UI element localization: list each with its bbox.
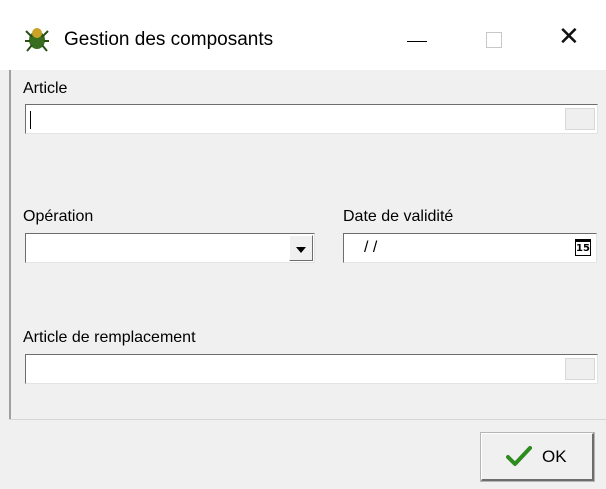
maximize-icon: [486, 32, 502, 48]
article-remplacement-lookup-button[interactable]: [565, 358, 595, 380]
date-validite-label: Date de validité: [343, 208, 454, 225]
operation-select[interactable]: [25, 233, 315, 263]
text-caret: [30, 111, 31, 129]
article-field[interactable]: [25, 104, 598, 134]
close-button[interactable]: ✕: [548, 20, 598, 60]
chevron-down-icon: [296, 247, 306, 253]
ok-button[interactable]: OK: [480, 432, 595, 482]
app-icon: [25, 28, 49, 52]
article-remplacement-label: Article de remplacement: [23, 329, 196, 346]
title-bar[interactable]: Gestion des composants ✕: [0, 0, 606, 70]
ok-label: OK: [542, 447, 567, 466]
operation-dropdown-button[interactable]: [289, 235, 313, 261]
checkmark-icon: [506, 446, 532, 466]
article-remplacement-field[interactable]: [25, 354, 598, 384]
date-validite-value: / /: [364, 239, 378, 256]
operation-label: Opération: [23, 208, 94, 225]
maximize-button[interactable]: [472, 20, 522, 60]
close-icon: ✕: [558, 22, 580, 52]
window-title: Gestion des composants: [64, 29, 274, 50]
date-validite-field[interactable]: / / 15: [343, 233, 597, 263]
minimize-icon: [407, 41, 427, 42]
article-label: Article: [23, 80, 68, 97]
calendar-icon[interactable]: 15: [575, 239, 591, 256]
minimize-button[interactable]: [395, 20, 445, 60]
footer-separator: [9, 419, 606, 420]
left-border: [9, 70, 11, 419]
article-lookup-button[interactable]: [565, 108, 595, 130]
dialog-window: Gestion des composants ✕ Article Opérati…: [0, 0, 606, 489]
